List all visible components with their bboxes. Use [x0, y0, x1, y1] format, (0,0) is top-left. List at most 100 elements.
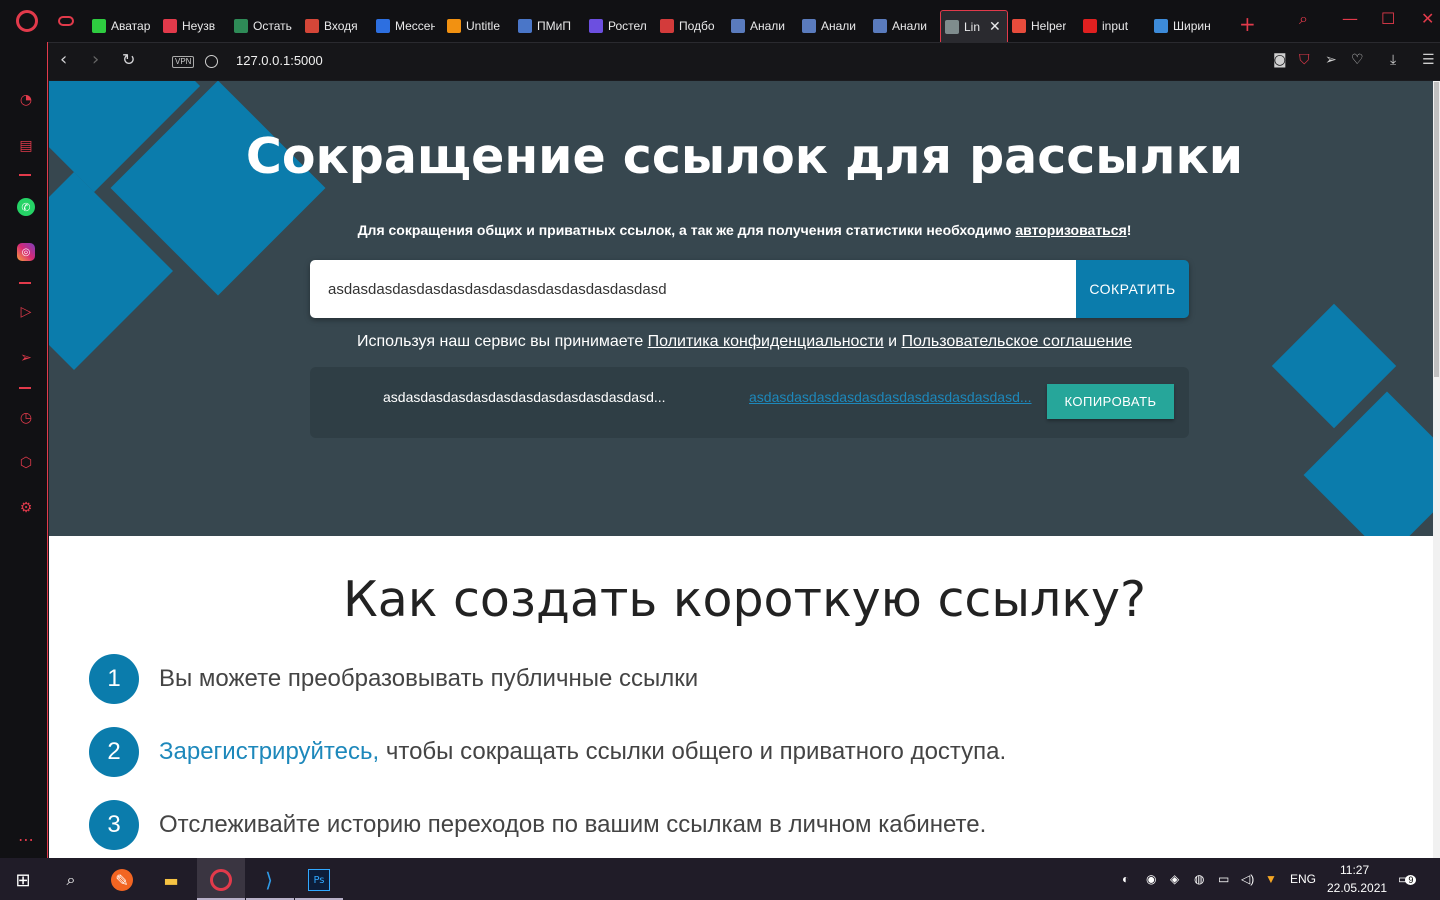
browser-tab[interactable]: input [1079, 10, 1150, 42]
browser-tab[interactable]: Аватар [88, 10, 159, 42]
tab-favicon-icon [376, 19, 390, 33]
send-icon[interactable]: ➢ [1325, 53, 1337, 67]
url-input[interactable] [310, 260, 1076, 318]
tab-label: Анали [821, 19, 857, 33]
user-agreement-link[interactable]: Пользовательское соглашение [902, 333, 1132, 350]
browser-tab[interactable]: Неузв [159, 10, 230, 42]
tab-favicon-icon [731, 19, 745, 33]
browser-tab[interactable]: Подбо [656, 10, 727, 42]
browser-tab[interactable]: Анали [869, 10, 940, 42]
terms-notice: Используя наш сервис вы принимаете Полит… [49, 333, 1440, 351]
send-icon[interactable]: ➢ [17, 349, 35, 367]
browser-tab[interactable]: Входя [301, 10, 372, 42]
settings-gear-icon[interactable]: ⚙ [17, 499, 35, 517]
sidebar-divider [19, 387, 31, 389]
browser-tab[interactable]: Helper [1008, 10, 1079, 42]
browser-tab[interactable]: Мессен [372, 10, 443, 42]
player-icon[interactable]: ▷ [17, 303, 35, 321]
tab-favicon-icon [1012, 19, 1026, 33]
browser-tab[interactable]: Ростел [585, 10, 656, 42]
forward-icon[interactable]: › [92, 51, 99, 69]
heart-icon[interactable]: ♡ [1351, 53, 1364, 67]
step-text: Зарегистрируйтесь, чтобы сокращать ссылк… [159, 738, 1006, 766]
tab-favicon-icon [802, 19, 816, 33]
browser-tab[interactable]: ПМиП [514, 10, 585, 42]
hero-subtitle: Для сокращения общих и приватных ссылок,… [49, 222, 1440, 238]
browser-tab[interactable]: Lin ✕ [940, 10, 1008, 42]
volume-icon[interactable]: ◁) [1241, 872, 1254, 886]
tab-label: input [1102, 19, 1129, 33]
tab-close-icon[interactable]: ✕ [989, 18, 1001, 35]
tray-app-icon[interactable]: ◍ [1194, 872, 1204, 886]
download-icon[interactable]: ⤓ [1390, 53, 1396, 67]
menu-icon[interactable]: ☰ [1422, 53, 1435, 67]
tab-label: Подбо [679, 19, 715, 33]
login-link[interactable]: авторизоваться [1015, 222, 1126, 238]
opera-taskbar-icon[interactable] [210, 869, 232, 891]
gamepad-icon[interactable] [58, 16, 74, 26]
network-icon[interactable]: ▭ [1218, 872, 1229, 886]
step-number: 2 [89, 727, 139, 777]
scrollbar-thumb[interactable] [1434, 82, 1439, 377]
speedometer-icon[interactable]: ◔ [17, 91, 35, 109]
tab-favicon-icon [447, 19, 461, 33]
step-number: 3 [89, 800, 139, 850]
new-tab-button[interactable]: + [1239, 14, 1256, 34]
windows-start-icon[interactable]: ⊞ [12, 869, 34, 891]
maximize-icon[interactable]: ☐ [1381, 11, 1395, 27]
opera-logo-icon[interactable] [16, 10, 38, 32]
language-indicator[interactable]: ENG [1290, 872, 1316, 886]
search-tabs-icon[interactable]: ⌕ [1299, 11, 1308, 27]
back-icon[interactable]: ‹ [60, 51, 67, 69]
clock-date[interactable]: 22.05.2021 [1327, 881, 1387, 895]
browser-tab[interactable]: Анали [727, 10, 798, 42]
tab-label: ПМиП [537, 19, 571, 33]
close-window-icon[interactable]: ✕ [1421, 11, 1434, 27]
notifications-icon[interactable]: ▭9 [1398, 872, 1417, 886]
shorten-button[interactable]: СОКРАТИТЬ [1076, 260, 1189, 318]
history-icon[interactable]: ◷ [17, 409, 35, 427]
globe-icon[interactable] [205, 55, 218, 68]
clock-time[interactable]: 11:27 [1340, 863, 1369, 877]
discord-tray-icon[interactable]: ◐ [1122, 872, 1129, 886]
search-icon[interactable]: ⌕ [60, 869, 82, 891]
windows-taskbar: ⊞ ⌕ ✎ ▬ ⟩ Ps ◐ ◉ ◈ ◍ ▭ ◁) ▼ ENG 11:27 22… [0, 858, 1440, 900]
app-icon[interactable]: ✎ [111, 869, 133, 891]
url-field[interactable]: 127.0.0.1:5000 [236, 53, 323, 68]
step-item: 3 Отслеживайте историю переходов по ваши… [89, 800, 986, 850]
file-explorer-icon[interactable]: ▬ [160, 869, 182, 891]
notification-count: 9 [1405, 875, 1417, 885]
tab-favicon-icon [163, 19, 177, 33]
tray-app-icon[interactable]: ▼ [1265, 872, 1277, 886]
reload-icon[interactable]: ↻ [122, 51, 135, 69]
camera-icon[interactable]: ◙ [1273, 53, 1287, 67]
sidebar-divider [19, 174, 31, 176]
tab-favicon-icon [1083, 19, 1097, 33]
photoshop-icon[interactable]: Ps [308, 869, 330, 891]
copy-button[interactable]: КОПИРОВАТЬ [1047, 384, 1174, 419]
browser-tab[interactable]: Остать [230, 10, 301, 42]
shield-icon[interactable]: ⛉ [1299, 53, 1310, 67]
tray-app-icon[interactable]: ◈ [1170, 872, 1179, 886]
privacy-policy-link[interactable]: Политика конфиденциальности [648, 333, 884, 350]
vpn-badge[interactable]: VPN [172, 56, 195, 68]
page-title: Сокращение ссылок для рассылки [245, 128, 1244, 185]
more-icon[interactable]: ⋯ [18, 830, 35, 849]
tab-favicon-icon [873, 19, 887, 33]
vscode-icon[interactable]: ⟩ [258, 868, 280, 892]
step-item: 1 Вы можете преобразовывать публичные сс… [89, 654, 698, 704]
instagram-icon[interactable]: ◎ [17, 243, 35, 261]
register-link[interactable]: Зарегистрируйтесь, [159, 738, 379, 765]
browser-tab[interactable]: Untitle [443, 10, 514, 42]
browser-tab[interactable]: Ширин [1150, 10, 1221, 42]
whatsapp-icon[interactable]: ✆ [17, 198, 35, 216]
bag-icon[interactable]: ▤ [17, 137, 35, 155]
browser-tab[interactable]: Анали [798, 10, 869, 42]
tab-label: Анали [892, 19, 928, 33]
nvidia-tray-icon[interactable]: ◉ [1146, 872, 1156, 886]
tab-favicon-icon [518, 19, 532, 33]
short-url-link[interactable]: asdasdasdasdasdasdasdasdasdasdasdasd... [749, 389, 1032, 405]
cube-icon[interactable]: ⬡ [17, 454, 35, 472]
minimize-icon[interactable]: — [1342, 11, 1358, 27]
tab-label: Остать [253, 19, 292, 33]
